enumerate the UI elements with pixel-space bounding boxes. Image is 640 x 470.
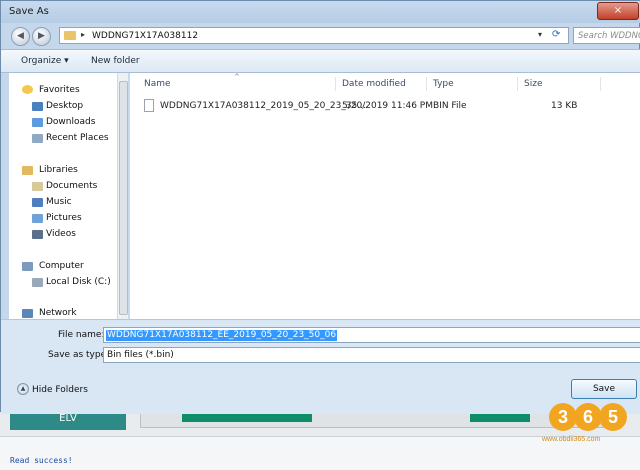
nav-libraries[interactable]: Libraries <box>39 165 78 175</box>
column-divider[interactable] <box>426 77 427 91</box>
nav-videos[interactable]: Videos <box>46 229 76 239</box>
nav-recent-places[interactable]: Recent Places <box>46 133 109 143</box>
videos-icon <box>32 230 43 239</box>
sort-arrow-icon: ^ <box>234 73 240 81</box>
save-as-dialog: Save As × ◀ ▶ ▸ WDDNG71X17A038112 ▾ ⟳ Se… <box>0 0 640 414</box>
status-text: Read success! <box>10 456 73 465</box>
svg-text:3: 3 <box>558 407 568 427</box>
file-name-value[interactable]: WDDNG71X17A038112_EE_2019_05_20_23_50_06 <box>106 330 338 341</box>
navigation-pane: Favorites Desktop Downloads Recent Place… <box>9 73 127 319</box>
file-name-label: File name: <box>58 330 105 340</box>
file-name-input[interactable]: WDDNG71X17A038112_EE_2019_05_20_23_50_06 <box>103 327 640 343</box>
breadcrumb-arrow-icon[interactable]: ▸ <box>81 30 85 39</box>
nav-music[interactable]: Music <box>46 197 72 207</box>
back-button[interactable]: ◀ <box>11 27 30 46</box>
svg-text:6: 6 <box>583 407 593 427</box>
svg-text:5: 5 <box>608 407 618 427</box>
close-button[interactable]: × <box>597 2 639 20</box>
new-folder-button[interactable]: New folder <box>91 56 140 66</box>
chevron-up-icon[interactable]: ▲ <box>17 383 29 395</box>
documents-icon <box>32 182 43 191</box>
command-toolbar: Organize ▾ New folder <box>1 49 640 73</box>
libraries-icon <box>22 166 33 175</box>
hide-folders-button[interactable]: Hide Folders <box>32 385 88 395</box>
address-dropdown-icon[interactable]: ▾ <box>538 30 542 39</box>
address-bar[interactable]: ▸ WDDNG71X17A038112 ▾ ⟳ <box>59 27 569 44</box>
file-date: 5/20/2019 11:46 PM <box>342 101 433 111</box>
file-type: BIN File <box>433 101 467 111</box>
navigation-bar: ◀ ▶ ▸ WDDNG71X17A038112 ▾ ⟳ Search WDDNG… <box>1 23 640 49</box>
nav-network[interactable]: Network <box>39 308 77 318</box>
column-date-modified[interactable]: Date modified <box>342 73 406 95</box>
desktop-icon <box>32 102 43 111</box>
column-divider[interactable] <box>335 77 336 91</box>
search-input[interactable]: Search WDDNG71X17A038112 <box>573 27 640 44</box>
nav-documents[interactable]: Documents <box>46 181 97 191</box>
file-size: 13 KB <box>551 101 578 111</box>
nav-local-disk[interactable]: Local Disk (C:) <box>46 277 111 287</box>
obdii365-watermark-logo: 3 6 5 www.obdii365.com <box>541 403 627 443</box>
address-path[interactable]: WDDNG71X17A038112 <box>92 31 198 41</box>
nav-pictures[interactable]: Pictures <box>46 213 82 223</box>
scrollbar-thumb[interactable] <box>119 81 128 315</box>
network-icon <box>22 309 33 318</box>
organize-button[interactable]: Organize ▾ <box>21 56 69 66</box>
column-divider[interactable] <box>600 77 601 91</box>
downloads-icon <box>32 118 43 127</box>
computer-icon <box>22 262 33 271</box>
column-divider[interactable] <box>517 77 518 91</box>
nav-desktop[interactable]: Desktop <box>46 101 83 111</box>
folder-icon <box>64 31 76 40</box>
file-name[interactable]: WDDNG71X17A038112_2019_05_20_23_35... <box>160 101 366 111</box>
recent-places-icon <box>32 134 43 143</box>
nav-favorites[interactable]: Favorites <box>39 85 80 95</box>
column-size[interactable]: Size <box>524 73 542 95</box>
watermark-url: www.obdii365.com <box>541 436 601 443</box>
music-icon <box>32 198 43 207</box>
file-list: ^ Name Date modified Type Size WDDNG71X1… <box>129 73 640 319</box>
refresh-icon[interactable]: ⟳ <box>552 29 560 40</box>
pictures-icon <box>32 214 43 223</box>
star-icon <box>22 85 33 94</box>
dialog-title: Save As <box>9 6 49 17</box>
save-type-label: Save as type: <box>48 350 110 360</box>
background-progress-fill-2 <box>470 414 530 422</box>
search-placeholder: Search WDDNG71X17A038112 <box>578 31 640 41</box>
column-name[interactable]: Name <box>144 73 171 95</box>
column-type[interactable]: Type <box>433 73 454 95</box>
nav-computer[interactable]: Computer <box>39 261 84 271</box>
background-progress-fill <box>182 414 312 422</box>
save-type-select[interactable]: Bin files (*.bin) <box>103 347 640 363</box>
file-icon <box>144 99 154 112</box>
navigation-scrollbar[interactable] <box>117 73 128 319</box>
forward-button[interactable]: ▶ <box>32 27 51 46</box>
title-bar: Save As × <box>1 1 640 23</box>
save-type-value: Bin files (*.bin) <box>107 350 174 360</box>
disk-icon <box>32 278 43 287</box>
nav-downloads[interactable]: Downloads <box>46 117 95 127</box>
